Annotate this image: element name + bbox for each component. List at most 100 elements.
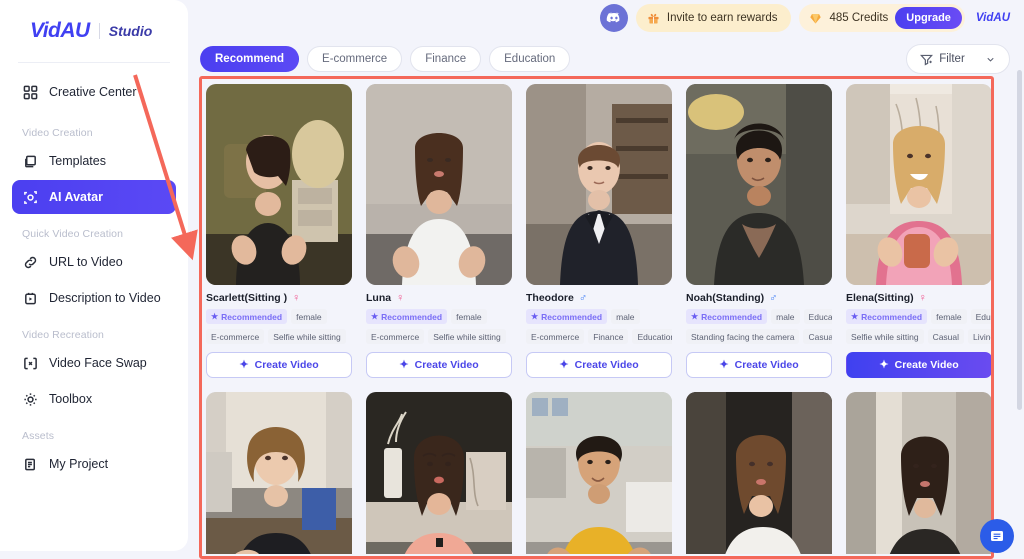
sidebar-item-label: URL to Video: [49, 255, 123, 269]
filter-button[interactable]: Filter: [906, 44, 1010, 74]
avatar-card[interactable]: Luna ♀ ★ Recommended female E-commerce Se…: [366, 84, 512, 378]
avatar-thumbnail[interactable]: [846, 84, 992, 285]
gender-male-icon: ♂: [578, 292, 588, 304]
invite-rewards-button[interactable]: Invite to earn rewards: [635, 4, 792, 32]
avatar-tags-primary: ★ Recommended female: [366, 309, 512, 324]
filter-label: Filter: [939, 53, 965, 65]
tag-pose: Selfie while sitting: [428, 329, 506, 344]
tag-style: Casual: [803, 329, 832, 344]
avatar-card[interactable]: [366, 392, 512, 554]
recommended-badge: ★ Recommended: [526, 309, 608, 324]
avatar-thumbnail[interactable]: [686, 84, 832, 285]
sidebar-item-description-to-video[interactable]: Description to Video: [12, 281, 176, 315]
sidebar-item-url-to-video[interactable]: URL to Video: [12, 245, 176, 279]
tab-finance[interactable]: Finance: [410, 46, 482, 72]
templates-icon: [22, 153, 39, 170]
create-video-label: Create Video: [414, 359, 479, 371]
avatar-thumbnail[interactable]: [366, 392, 512, 554]
star-icon: ★: [211, 312, 219, 321]
gift-icon: [648, 13, 659, 24]
tag-gender: female: [291, 309, 327, 324]
create-video-button[interactable]: ✦ Create Video: [846, 352, 992, 378]
sidebar-item-toolbox[interactable]: Toolbox: [12, 382, 176, 416]
avatar-card[interactable]: [206, 392, 352, 554]
avatar-tags-primary: ★Recommended female Education: [846, 309, 992, 324]
avatar-tags-secondary: Selfie while sitting Casual Living room: [846, 329, 992, 344]
tag-pose: Selfie while sitting: [268, 329, 346, 344]
create-video-button[interactable]: ✦ Create Video: [366, 352, 512, 378]
tag-gender: female: [451, 309, 487, 324]
discord-button[interactable]: [599, 4, 628, 32]
avatar-card[interactable]: [526, 392, 672, 554]
create-video-button[interactable]: ✦ Create Video: [686, 352, 832, 378]
avatar-thumbnail[interactable]: [526, 392, 672, 554]
tab-education[interactable]: Education: [489, 46, 571, 72]
create-video-label: Create Video: [734, 359, 799, 371]
sidebar-item-ai-avatar[interactable]: AI Avatar: [12, 180, 176, 214]
tag-category: Education: [632, 329, 672, 344]
tag-label: Recommended: [701, 311, 763, 322]
avatar-grid[interactable]: Scarlett(Sitting ) ♀ ★ Recommended female…: [206, 84, 1016, 554]
sidebar-item-creative-center[interactable]: Creative Center: [12, 75, 176, 109]
avatar-name-row: Theodore ♂: [526, 292, 672, 304]
sidebar-item-templates[interactable]: Templates: [12, 144, 176, 178]
page-scrollbar[interactable]: [1017, 70, 1022, 410]
avatar-card[interactable]: Theodore ♂ ★ Recommended male E-commerce …: [526, 84, 672, 378]
create-video-button[interactable]: ✦ Create Video: [526, 352, 672, 378]
sidebar-divider: [18, 62, 170, 63]
sidebar-item-label: Video Face Swap: [49, 356, 147, 370]
brand-suffix: Studio: [108, 23, 153, 39]
create-video-button[interactable]: ✦ Create Video: [206, 352, 352, 378]
sidebar-item-label: My Project: [49, 457, 109, 471]
avatar-tags-secondary: E-commerce Selfie while sitting: [366, 329, 512, 344]
tag-category: E-commerce: [206, 329, 265, 344]
avatar-thumbnail[interactable]: [846, 392, 992, 554]
grid-icon: [22, 84, 39, 101]
tag-category: E-commerce: [366, 329, 425, 344]
brand-divider: [98, 23, 100, 39]
header-logo[interactable]: VidAU: [973, 12, 1010, 24]
avatar-card[interactable]: [846, 392, 992, 554]
sparkle-icon: ✦: [399, 358, 409, 371]
sidebar-group-label-video-recreation: Video Recreation: [22, 329, 104, 341]
recommended-badge: ★ Recommended: [366, 309, 448, 324]
upgrade-button[interactable]: Upgrade: [895, 7, 962, 29]
avatar-thumbnail[interactable]: [366, 84, 512, 285]
brand-logo[interactable]: VidAU Studio: [0, 0, 188, 62]
tag-category: Education: [803, 309, 832, 324]
avatar-image-noah: [686, 84, 832, 285]
avatar-card[interactable]: Noah(Standing) ♂ ★ Recommended male Educa…: [686, 84, 832, 378]
avatar-thumbnail[interactable]: [206, 84, 352, 285]
avatar-thumbnail[interactable]: [206, 392, 352, 554]
avatar-thumbnail[interactable]: [526, 84, 672, 285]
category-tabs: Recommend E-commerce Finance Education: [200, 46, 1010, 72]
tag-label: Recommended: [861, 311, 923, 322]
sidebar-item-label: Toolbox: [49, 392, 93, 406]
star-icon: ★: [531, 312, 539, 321]
sidebar-item-video-face-swap[interactable]: Video Face Swap: [12, 346, 176, 380]
avatar-card[interactable]: [686, 392, 832, 554]
recommended-badge: ★ Recommended: [206, 309, 288, 324]
diamond-icon: [810, 13, 822, 24]
tab-recommend[interactable]: Recommend: [200, 46, 300, 72]
tab-e-commerce[interactable]: E-commerce: [307, 46, 403, 72]
avatar-card[interactable]: Elena(Sitting) ♀ ★ Recommended female Edu…: [846, 84, 992, 378]
sidebar-item-my-project[interactable]: My Project: [12, 447, 176, 481]
tag-gender: female: [931, 309, 967, 324]
tab-label: Education: [504, 53, 556, 65]
tag-pose: Selfie while sitting: [846, 329, 924, 344]
gender-male-icon: ♂: [769, 292, 778, 304]
avatar-image-row2-4: [686, 392, 832, 554]
ai-avatar-icon: [22, 189, 39, 206]
upgrade-label: Upgrade: [906, 12, 951, 24]
chat-support-button[interactable]: [980, 519, 1014, 553]
avatar-card[interactable]: Scarlett(Sitting ) ♀ ★ Recommended female…: [206, 84, 352, 378]
avatar-name-row: Elena(Sitting) ♀: [846, 292, 992, 304]
sidebar: VidAU Studio Creative Center Video Creat…: [0, 0, 188, 551]
invite-rewards-label: Invite to earn rewards: [666, 12, 778, 24]
avatar-image-row2-3: [526, 392, 672, 554]
gender-female-icon: ♀: [292, 292, 301, 304]
chat-support-icon: [991, 531, 1003, 541]
avatar-thumbnail[interactable]: [686, 392, 832, 554]
tag-label: Recommended: [381, 311, 443, 322]
